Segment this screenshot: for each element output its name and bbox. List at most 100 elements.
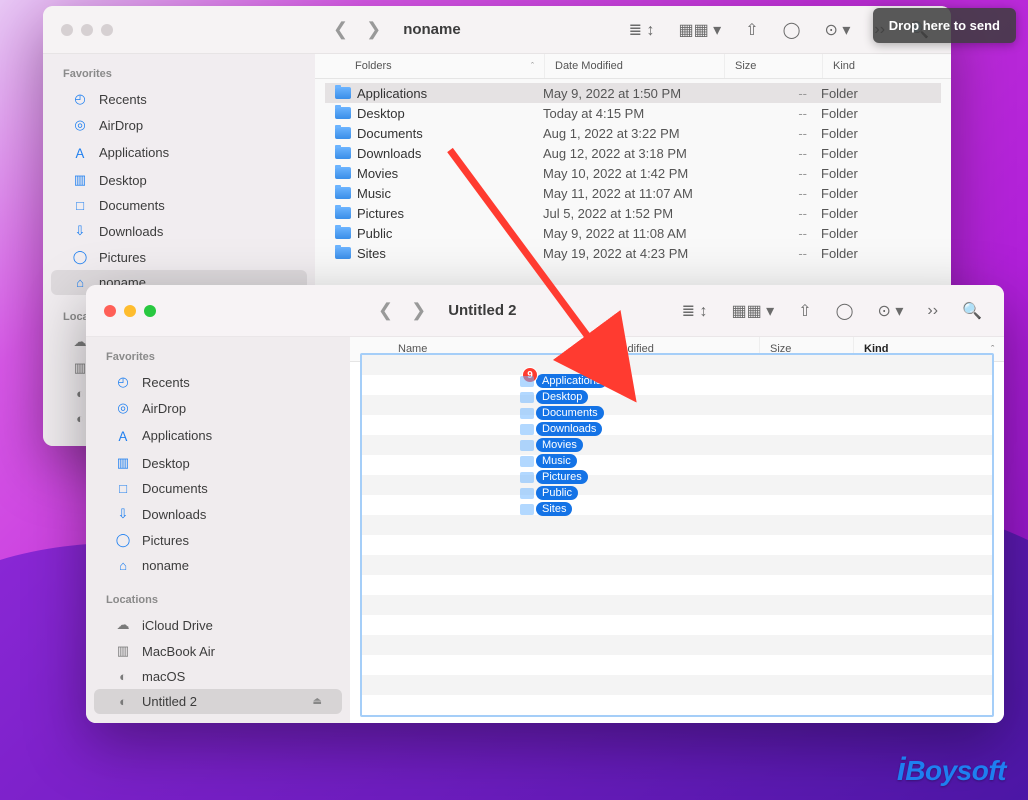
tag-icon[interactable]: ◯ [783, 20, 801, 40]
sidebar-item-recents[interactable]: ◴Recents [94, 369, 342, 395]
folder-icon [520, 504, 534, 515]
col-date[interactable]: Date Modified [545, 54, 725, 78]
eject-icon[interactable]: ⏏ [313, 696, 322, 707]
sidebar-item-downloads[interactable]: ⇩Downloads [94, 501, 342, 527]
locations-heading: Locations [86, 588, 350, 612]
drag-item-label: Pictures [536, 470, 588, 484]
airdrop-icon: ◎ [71, 117, 89, 133]
sidebar-location-icloud[interactable]: ☁iCloud Drive [94, 612, 342, 638]
disk-icon: ◐ [114, 694, 132, 709]
close-icon[interactable] [104, 305, 116, 317]
window-controls[interactable] [43, 24, 113, 36]
folder-icon [520, 408, 534, 419]
clock-icon: ◴ [114, 374, 132, 390]
table-row[interactable]: DesktopToday at 4:15 PM--Folder [325, 103, 941, 123]
sidebar-item-documents[interactable]: □Documents [51, 193, 307, 218]
clock-icon: ◴ [71, 91, 89, 107]
pictures-icon: ◯ [71, 249, 89, 265]
disk-icon: ◐ [114, 669, 132, 684]
drag-item-label: Movies [536, 438, 583, 452]
tag-icon[interactable]: ◯ [836, 301, 854, 321]
sidebar-location-macos[interactable]: ◐macOS [94, 664, 342, 689]
sidebar: Favorites ◴Recents ◎AirDrop ＡApplication… [86, 337, 350, 723]
col-size[interactable]: Size [725, 54, 823, 78]
favorites-heading: Favorites [43, 62, 315, 86]
sidebar-item-pictures[interactable]: ◯Pictures [51, 244, 307, 270]
share-icon[interactable]: ⇧ [798, 301, 811, 321]
share-icon[interactable]: ⇧ [745, 20, 758, 40]
zoom-icon[interactable] [144, 305, 156, 317]
sidebar-item-applications[interactable]: ＡApplications [94, 421, 342, 450]
zoom-icon[interactable] [101, 24, 113, 36]
sidebar-item-airdrop[interactable]: ◎AirDrop [94, 395, 342, 421]
folder-icon [520, 392, 534, 403]
sidebar-item-recents[interactable]: ◴Recents [51, 86, 307, 112]
folder-icon [520, 456, 534, 467]
window-title: noname [403, 21, 461, 38]
back-button[interactable]: ❮ [378, 300, 393, 321]
sidebar-item-applications[interactable]: ＡApplications [51, 138, 307, 167]
table-row[interactable]: ApplicationsMay 9, 2022 at 1:50 PM--Fold… [325, 83, 941, 103]
file-list[interactable]: Name te Modified Size Kindˆ 9 Applicatio… [350, 337, 1004, 723]
back-button[interactable]: ❮ [333, 19, 348, 40]
sidebar-location-macbook[interactable]: ▥MacBook Air [94, 638, 342, 664]
action-icon[interactable]: ⊙ ▾ [878, 301, 904, 321]
drop-target[interactable] [360, 353, 994, 717]
view-list-icon[interactable]: ≣ ↕ [682, 301, 708, 321]
laptop-icon: ▥ [114, 643, 132, 659]
desktop-icon: ▥ [114, 455, 132, 471]
minimize-icon[interactable] [124, 305, 136, 317]
close-icon[interactable] [61, 24, 73, 36]
sidebar-item-pictures[interactable]: ◯Pictures [94, 527, 342, 553]
forward-button[interactable]: ❯ [411, 300, 426, 321]
folder-icon [520, 488, 534, 499]
titlebar: ❮ ❯ Untitled 2 ≣ ↕ ▦▦ ▾ ⇧ ◯ ⊙ ▾ ›› 🔍 [86, 285, 1004, 337]
folder-icon [335, 147, 351, 159]
table-row[interactable]: PublicMay 9, 2022 at 11:08 AM--Folder [325, 223, 941, 243]
drag-preview: 9 ApplicationsDesktopDocumentsDownloadsM… [520, 373, 607, 517]
table-row[interactable]: PicturesJul 5, 2022 at 1:52 PM--Folder [325, 203, 941, 223]
sidebar-location-untitled[interactable]: ◐Untitled 2⏏ [94, 689, 342, 714]
group-icon[interactable]: ▦▦ ▾ [679, 20, 722, 40]
pictures-icon: ◯ [114, 532, 132, 548]
forward-button[interactable]: ❯ [366, 19, 381, 40]
sidebar-item-desktop[interactable]: ▥Desktop [51, 167, 307, 193]
cloud-icon: ☁ [114, 617, 132, 633]
watermark-logo: iiBoysoftBoysoft [897, 751, 1006, 788]
sidebar-item-desktop[interactable]: ▥Desktop [94, 450, 342, 476]
col-kind[interactable]: Kind [823, 54, 951, 78]
sidebar-item-airdrop[interactable]: ◎AirDrop [51, 112, 307, 138]
group-icon[interactable]: ▦▦ ▾ [732, 301, 775, 321]
desktop-icon: ▥ [71, 172, 89, 188]
sidebar-item-home[interactable]: ⌂noname [94, 553, 342, 578]
table-row[interactable]: MoviesMay 10, 2022 at 1:42 PM--Folder [325, 163, 941, 183]
favorites-heading: Favorites [86, 345, 350, 369]
table-row[interactable]: SitesMay 19, 2022 at 4:23 PM--Folder [325, 243, 941, 263]
table-row[interactable]: DownloadsAug 12, 2022 at 3:18 PM--Folder [325, 143, 941, 163]
folder-icon [335, 187, 351, 199]
table-row[interactable]: MusicMay 11, 2022 at 11:07 AM--Folder [325, 183, 941, 203]
view-list-icon[interactable]: ≣ ↕ [629, 20, 655, 40]
column-headers[interactable]: Foldersˆ Date Modified Size Kind [315, 54, 951, 79]
folder-icon [335, 227, 351, 239]
overflow-icon[interactable]: ›› [927, 302, 938, 320]
window-controls[interactable] [86, 305, 156, 317]
titlebar: ❮ ❯ noname ≣ ↕ ▦▦ ▾ ⇧ ◯ ⊙ ▾ ›› 🔍 [43, 6, 951, 54]
search-icon[interactable]: 🔍 [962, 301, 982, 321]
folder-icon [335, 167, 351, 179]
finder-window-front: ❮ ❯ Untitled 2 ≣ ↕ ▦▦ ▾ ⇧ ◯ ⊙ ▾ ›› 🔍 Fav… [86, 285, 1004, 723]
sort-caret-icon: ˆ [531, 61, 534, 71]
doc-icon: □ [71, 198, 89, 213]
folder-icon [520, 472, 534, 483]
drag-item-label: Downloads [536, 422, 602, 436]
drag-item-label: Applications [536, 374, 607, 388]
col-folders[interactable]: Foldersˆ [315, 54, 545, 78]
action-icon[interactable]: ⊙ ▾ [825, 20, 851, 40]
minimize-icon[interactable] [81, 24, 93, 36]
sidebar-item-downloads[interactable]: ⇩Downloads [51, 218, 307, 244]
sidebar-item-documents[interactable]: □Documents [94, 476, 342, 501]
drag-item-label: Music [536, 454, 577, 468]
airdrop-icon: ◎ [114, 400, 132, 416]
table-row[interactable]: DocumentsAug 1, 2022 at 3:22 PM--Folder [325, 123, 941, 143]
folder-icon [335, 207, 351, 219]
